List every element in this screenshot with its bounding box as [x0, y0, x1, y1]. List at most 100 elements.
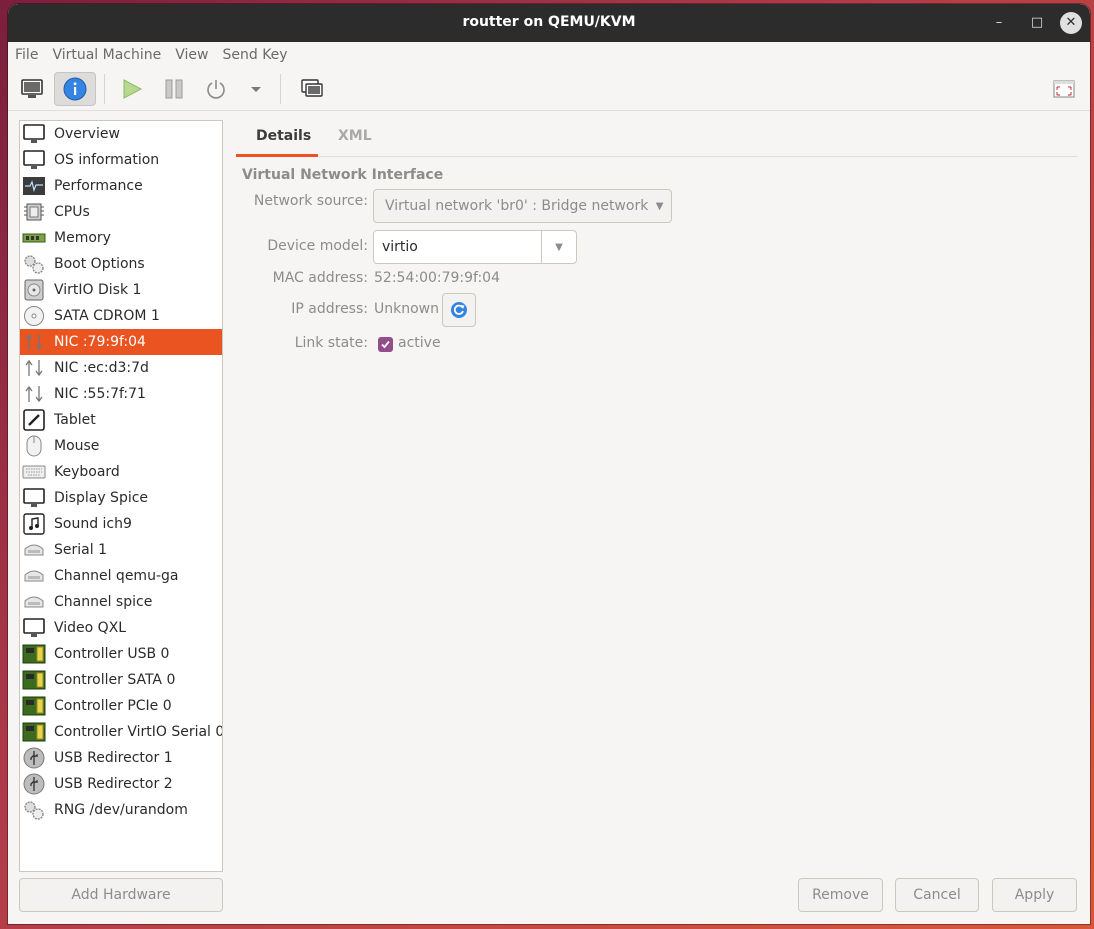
- sidebar-item-label: Controller SATA 0: [54, 672, 176, 688]
- shutdown-button[interactable]: [200, 72, 232, 106]
- tab-xml[interactable]: XML: [338, 128, 372, 144]
- sidebar-item-label: USB Redirector 1: [54, 750, 173, 766]
- sidebar-item-cpus[interactable]: CPUs: [20, 199, 222, 225]
- check-icon: [381, 340, 390, 349]
- menu-view[interactable]: View: [175, 47, 208, 63]
- sidebar-item-display-spice[interactable]: Display Spice: [20, 485, 222, 511]
- tab-details[interactable]: Details: [256, 128, 311, 144]
- sidebar-item-label: Display Spice: [54, 490, 149, 506]
- link-state-value[interactable]: active: [398, 335, 441, 351]
- sidebar-item-rng-dev-urandom[interactable]: RNG /dev/urandom: [20, 797, 222, 823]
- monitor-icon: [22, 617, 46, 639]
- sidebar-item-controller-sata-0[interactable]: Controller SATA 0: [20, 667, 222, 693]
- sidebar-item-usb-redirector-1[interactable]: USB Redirector 1: [20, 745, 222, 771]
- nic-details-panel: Virtual Network Interface Network source…: [236, 157, 1078, 872]
- info-icon: [63, 77, 87, 101]
- sidebar-item-label: RNG /dev/urandom: [54, 802, 188, 818]
- sidebar-item-channel-qemu-ga[interactable]: Channel qemu-ga: [20, 563, 222, 589]
- ip-address-label: IP address:: [291, 301, 368, 317]
- sidebar-item-label: Controller USB 0: [54, 646, 170, 662]
- sidebar-item-os-information[interactable]: OS information: [20, 147, 222, 173]
- sidebar-item-label: Channel spice: [54, 594, 153, 610]
- remove-button[interactable]: Remove: [798, 878, 883, 912]
- network-source-value: Virtual network 'br0' : Bridge network: [385, 198, 649, 214]
- titlebar: routter on QEMU/KVM – □ ✕: [8, 4, 1090, 42]
- sidebar-item-serial-1[interactable]: Serial 1: [20, 537, 222, 563]
- sidebar-item-label: Channel qemu-ga: [54, 568, 179, 584]
- cdrom-icon: [22, 305, 46, 327]
- sidebar-item-sound-ich9[interactable]: Sound ich9: [20, 511, 222, 537]
- sidebar-item-performance[interactable]: Performance: [20, 173, 222, 199]
- refresh-icon: [451, 302, 467, 318]
- sidebar-item-channel-spice[interactable]: Channel spice: [20, 589, 222, 615]
- ip-address-value: Unknown: [374, 301, 439, 317]
- minimize-button[interactable]: –: [988, 12, 1010, 34]
- sidebar-item-memory[interactable]: Memory: [20, 225, 222, 251]
- apply-button[interactable]: Apply: [992, 878, 1077, 912]
- cpu-icon: [22, 201, 46, 223]
- sidebar-item-nic-55-7f-71[interactable]: NIC :55:7f:71: [20, 381, 222, 407]
- sidebar-item-label: NIC :ec:d3:7d: [54, 360, 149, 376]
- sidebar-item-label: USB Redirector 2: [54, 776, 173, 792]
- nic-icon: [22, 383, 46, 405]
- details-button[interactable]: [54, 72, 96, 106]
- fullscreen-button[interactable]: [1048, 72, 1080, 106]
- refresh-ip-button[interactable]: [442, 293, 476, 327]
- sidebar-item-controller-usb-0[interactable]: Controller USB 0: [20, 641, 222, 667]
- controller-icon: [22, 643, 46, 665]
- sidebar-item-nic-ec-d3-7d[interactable]: NIC :ec:d3:7d: [20, 355, 222, 381]
- pause-icon: [165, 79, 183, 99]
- add-hardware-button[interactable]: Add Hardware: [19, 878, 223, 912]
- network-source-label: Network source:: [253, 193, 368, 209]
- sidebar-item-controller-virtio-serial-0[interactable]: Controller VirtIO Serial 0: [20, 719, 222, 745]
- run-button[interactable]: [116, 72, 148, 106]
- controller-icon: [22, 669, 46, 691]
- power-icon: [207, 80, 225, 99]
- sidebar-item-nic-79-9f-04[interactable]: NIC :79:9f:04: [20, 329, 222, 355]
- sidebar-item-label: Serial 1: [54, 542, 107, 558]
- hardware-list: Overview OS information Performance CPUs Mem…: [19, 120, 223, 872]
- console-button[interactable]: [16, 72, 48, 106]
- performance-icon: [22, 175, 46, 197]
- chevron-down-icon: [251, 87, 261, 92]
- maximize-button[interactable]: □: [1026, 12, 1048, 34]
- sidebar-item-overview[interactable]: Overview: [20, 121, 222, 147]
- shutdown-menu-button[interactable]: [244, 72, 268, 106]
- controller-icon: [22, 695, 46, 717]
- usb-icon: [22, 773, 46, 795]
- close-button[interactable]: ✕: [1060, 12, 1082, 34]
- sidebar-item-boot-options[interactable]: Boot Options: [20, 251, 222, 277]
- sidebar-item-usb-redirector-2[interactable]: USB Redirector 2: [20, 771, 222, 797]
- device-model-value[interactable]: virtio: [374, 239, 541, 255]
- menu-send-key[interactable]: Send Key: [222, 47, 287, 63]
- network-source-select[interactable]: Virtual network 'br0' : Bridge network ▼: [373, 189, 672, 223]
- device-model-combo[interactable]: virtio ▼: [373, 230, 577, 264]
- sidebar-item-label: VirtIO Disk 1: [54, 282, 142, 298]
- sidebar-item-virtio-disk-1[interactable]: VirtIO Disk 1: [20, 277, 222, 303]
- menu-file[interactable]: File: [15, 47, 38, 63]
- sidebar-item-video-qxl[interactable]: Video QXL: [20, 615, 222, 641]
- sidebar-item-label: Sound ich9: [54, 516, 132, 532]
- sidebar-item-label: OS information: [54, 152, 160, 168]
- device-model-label: Device model:: [267, 238, 368, 254]
- link-state-label: Link state:: [294, 335, 368, 351]
- link-state-checkbox[interactable]: [378, 337, 393, 352]
- snapshots-button[interactable]: [296, 72, 328, 106]
- serial-icon: [22, 539, 46, 561]
- cancel-button[interactable]: Cancel: [895, 878, 979, 912]
- pause-button[interactable]: [158, 72, 190, 106]
- sidebar-item-keyboard[interactable]: Keyboard: [20, 459, 222, 485]
- sidebar-item-label: Controller PCIe 0: [54, 698, 172, 714]
- sidebar-item-tablet[interactable]: Tablet: [20, 407, 222, 433]
- sidebar-item-controller-pcie-0[interactable]: Controller PCIe 0: [20, 693, 222, 719]
- sidebar-item-label: Memory: [54, 230, 111, 246]
- sidebar-item-mouse[interactable]: Mouse: [20, 433, 222, 459]
- sidebar-item-label: SATA CDROM 1: [54, 308, 160, 324]
- usb-icon: [22, 747, 46, 769]
- chevron-down-icon[interactable]: ▼: [541, 231, 576, 263]
- keyboard-icon: [22, 461, 46, 483]
- sidebar-item-sata-cdrom-1[interactable]: SATA CDROM 1: [20, 303, 222, 329]
- sound-icon: [22, 513, 46, 535]
- menu-virtual-machine[interactable]: Virtual Machine: [52, 47, 161, 63]
- sidebar-item-label: Overview: [54, 126, 120, 142]
